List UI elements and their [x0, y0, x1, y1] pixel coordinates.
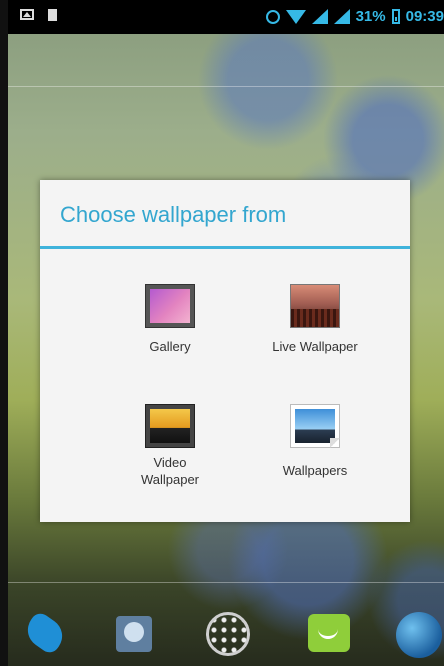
wallpapers-icon: [290, 404, 340, 448]
battery-icon: [391, 9, 400, 24]
status-bar: 31% 09:39: [8, 0, 444, 34]
divider: [8, 86, 444, 87]
video-wallpaper-label: Video Wallpaper: [140, 455, 200, 487]
wifi-icon: [285, 9, 306, 24]
alarm-icon: [265, 9, 280, 24]
wallpapers-option[interactable]: Wallpapers: [240, 404, 390, 479]
signal-icon: [333, 9, 350, 24]
gallery-label: Gallery: [149, 339, 191, 354]
dialog-title: Choose wallpaper from: [60, 202, 287, 227]
video-wallpaper-icon: [145, 404, 195, 448]
browser-icon[interactable]: [394, 610, 444, 658]
gallery-icon: [145, 284, 195, 328]
battery-percent: 31%: [355, 8, 386, 25]
wallpapers-label: Wallpapers: [282, 463, 348, 478]
status-time: 09:39: [405, 8, 444, 25]
live-wallpaper-icon: [290, 284, 340, 328]
status-right: 31% 09:39: [265, 8, 444, 25]
home-screen-background: 31% 09:39 Choose wallpaper from Gallery …: [8, 0, 444, 666]
phone-icon[interactable]: [20, 609, 72, 658]
live-wallpaper-label: Live Wallpaper: [272, 339, 358, 354]
gallery-option[interactable]: Gallery: [95, 284, 245, 355]
signal-icon: [311, 9, 328, 24]
app-drawer-icon[interactable]: [204, 610, 256, 658]
divider: [8, 582, 444, 583]
wallpaper-dialog: Choose wallpaper from Gallery Live Wallp…: [40, 180, 410, 522]
video-wallpaper-option[interactable]: Video Wallpaper: [95, 404, 245, 488]
dock: [8, 600, 444, 666]
status-left: [20, 9, 57, 21]
dialog-divider: [40, 246, 410, 249]
live-wallpaper-option[interactable]: Live Wallpaper: [240, 284, 390, 355]
image-icon: [20, 9, 34, 20]
messaging-icon[interactable]: [304, 610, 356, 658]
contacts-icon[interactable]: [108, 610, 160, 658]
sd-card-icon: [48, 9, 57, 21]
